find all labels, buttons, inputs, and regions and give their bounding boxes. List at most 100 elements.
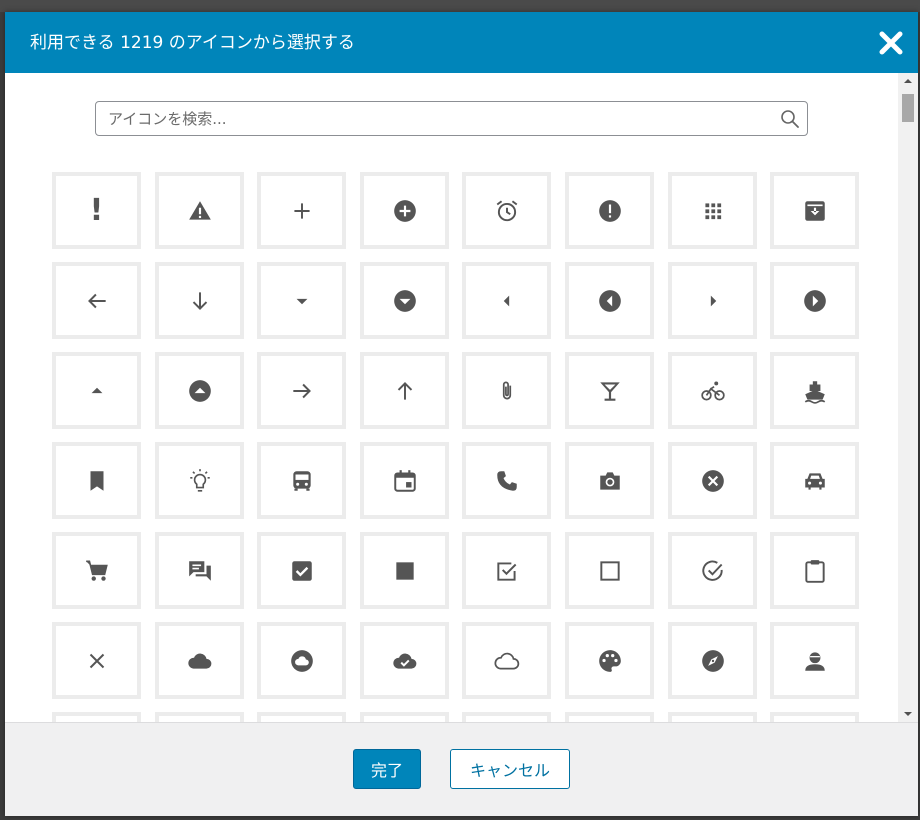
scroll-up-arrow-icon[interactable] — [898, 73, 918, 89]
icon-tile-account-box[interactable] — [770, 622, 859, 699]
icon-picker-dialog: 利用できる 1219 のアイコンから選択する ! 完了 キャンセル — [5, 12, 918, 816]
arrow-upward-icon — [397, 381, 412, 400]
icon-tile-arrow-back[interactable] — [52, 262, 141, 339]
icon-tile-apps[interactable] — [668, 172, 757, 249]
icon-tile-check-box[interactable] — [257, 532, 346, 609]
icon-list-area[interactable]: ! — [5, 73, 918, 722]
icon-tile-local-bar[interactable] — [565, 352, 654, 429]
icon-tile-clear[interactable] — [52, 622, 141, 699]
icon-tile-shopping-cart[interactable] — [52, 532, 141, 609]
icon-tile-call[interactable] — [462, 442, 551, 519]
icon-tile-check-circle-outline[interactable] — [668, 532, 757, 609]
icon-tile-add-circle[interactable] — [360, 172, 449, 249]
icon-tile-check-box-outline[interactable] — [462, 532, 551, 609]
icon-tile-more-2[interactable] — [155, 712, 244, 722]
icon-tile-attachment[interactable] — [462, 352, 551, 429]
close-button[interactable] — [878, 30, 904, 56]
icon-tile-directions-bus[interactable] — [257, 442, 346, 519]
chat-icon — [188, 560, 211, 581]
icon-tile-more-3[interactable] — [257, 712, 346, 722]
icon-tile-more-4[interactable] — [360, 712, 449, 722]
icon-tile-cancel[interactable] — [668, 442, 757, 519]
icon-tile-more-7[interactable] — [668, 712, 757, 722]
icon-tile-lightbulb[interactable] — [155, 442, 244, 519]
icon-tile-arrow-drop-up[interactable] — [52, 352, 141, 429]
icon-tile-alarm[interactable] — [462, 172, 551, 249]
scrollbar[interactable] — [898, 73, 918, 722]
cancel-icon — [701, 469, 724, 492]
icon-tile-arrow-drop-up-circle[interactable] — [155, 352, 244, 429]
icon-tile-cloud-circle[interactable] — [257, 622, 346, 699]
icon-tile-explore[interactable] — [668, 622, 757, 699]
scrollbar-thumb[interactable] — [902, 94, 914, 122]
dialog-footer: 完了 キャンセル — [5, 722, 918, 816]
icon-tile-check-box-outline-blank[interactable] — [565, 532, 654, 609]
search-input[interactable] — [96, 102, 790, 135]
icon-tile-arrow-forward[interactable] — [257, 352, 346, 429]
icon-tile-arrow-left[interactable] — [462, 262, 551, 339]
icon-tile-more-5[interactable] — [462, 712, 551, 722]
icon-tile-arrow-downward[interactable] — [155, 262, 244, 339]
icon-tile-chat[interactable] — [155, 532, 244, 609]
palette-icon — [598, 649, 621, 672]
directions-car-icon — [804, 472, 825, 490]
icon-tile-arrow-upward[interactable] — [360, 352, 449, 429]
icon-tile-arrow-right[interactable] — [668, 262, 757, 339]
check-box-outline-icon — [496, 561, 516, 581]
cloud-queue-icon — [494, 652, 519, 669]
icon-tile-cloud[interactable] — [155, 622, 244, 699]
icon-tile-archive[interactable] — [770, 172, 859, 249]
stop-icon — [395, 561, 414, 580]
done-button[interactable]: 完了 — [353, 749, 421, 789]
icon-tile-priority-high[interactable]: ! — [52, 172, 141, 249]
icon-tile-cloud-done[interactable] — [360, 622, 449, 699]
icon-tile-event[interactable] — [360, 442, 449, 519]
icon-tile-stop[interactable] — [360, 532, 449, 609]
close-icon — [879, 31, 903, 55]
cancel-button[interactable]: キャンセル — [450, 749, 570, 789]
icon-tile-palette[interactable] — [565, 622, 654, 699]
explore-icon — [701, 649, 724, 672]
bookmark-icon — [90, 470, 103, 491]
icon-tile-bookmark[interactable] — [52, 442, 141, 519]
arrow-downward-icon — [192, 291, 207, 310]
assignment-icon — [804, 559, 825, 583]
icon-tile-arrow-left-circle[interactable] — [565, 262, 654, 339]
icon-tile-cloud-queue[interactable] — [462, 622, 551, 699]
arrow-drop-down-icon — [296, 298, 307, 304]
icon-tile-directions-boat[interactable] — [770, 352, 859, 429]
page-backdrop — [0, 0, 920, 12]
arrow-right-icon — [710, 295, 716, 306]
icon-tile-arrow-drop-down[interactable] — [257, 262, 346, 339]
icon-tile-directions-car[interactable] — [770, 442, 859, 519]
alarm-icon — [496, 199, 517, 221]
icon-tile-warning[interactable] — [155, 172, 244, 249]
icon-tile-more-6[interactable] — [565, 712, 654, 722]
directions-boat-icon — [804, 380, 825, 404]
apps-icon — [704, 202, 721, 219]
call-icon — [496, 470, 517, 491]
warning-icon — [188, 200, 211, 220]
clear-icon — [89, 653, 104, 668]
scroll-down-arrow-icon[interactable] — [898, 706, 918, 722]
cloud-done-icon — [392, 653, 416, 669]
search-box — [95, 101, 808, 136]
event-icon — [393, 469, 416, 492]
icon-tile-add[interactable] — [257, 172, 346, 249]
directions-bus-icon — [292, 470, 311, 491]
icon-tile-more-8[interactable] — [770, 712, 859, 722]
icon-tile-arrow-right-circle[interactable] — [770, 262, 859, 339]
check-box-icon — [291, 560, 312, 581]
icon-tile-assignment[interactable] — [770, 532, 859, 609]
add-circle-icon — [393, 199, 416, 222]
local-bar-icon — [599, 381, 620, 401]
icon-tile-arrow-drop-down-circle[interactable] — [360, 262, 449, 339]
icon-tile-error[interactable] — [565, 172, 654, 249]
icon-tile-camera[interactable] — [565, 442, 654, 519]
icon-tile-more-1[interactable] — [52, 712, 141, 722]
shopping-cart-icon — [85, 559, 108, 581]
arrow-back-icon — [87, 293, 106, 308]
search-icon[interactable] — [780, 109, 800, 129]
icon-tile-directions-bike[interactable] — [668, 352, 757, 429]
cloud-icon — [187, 653, 211, 669]
